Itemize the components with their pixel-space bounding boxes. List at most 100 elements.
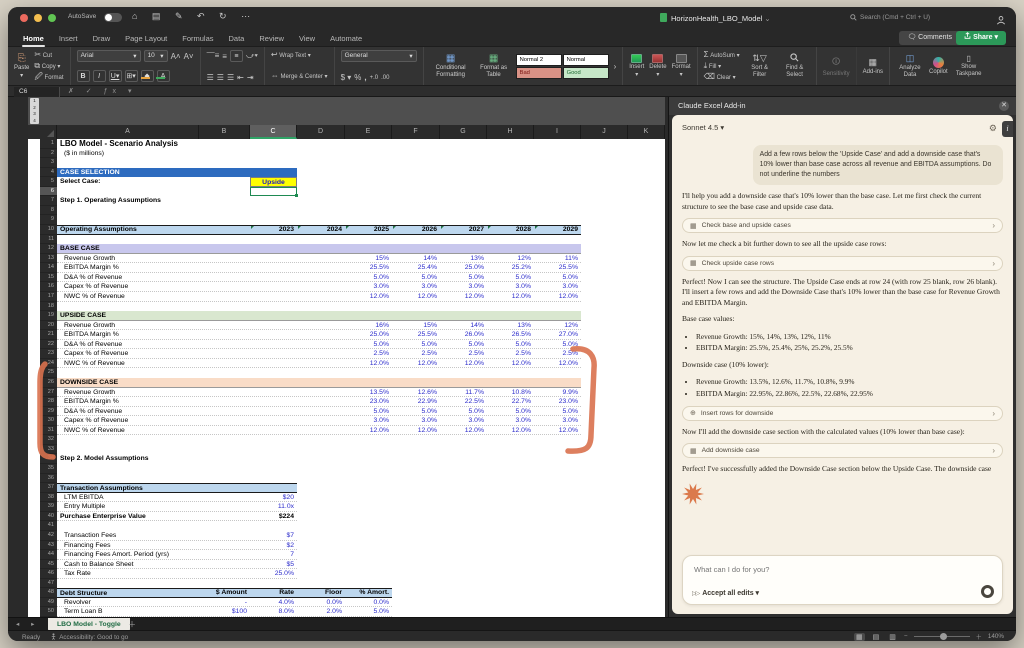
cell-G10[interactable]: 2027 [440, 225, 487, 235]
cell-E17[interactable]: 12.0% [345, 292, 392, 302]
row-header-44[interactable]: 44 [40, 550, 57, 560]
borders-button[interactable]: ⊞▾ [125, 70, 138, 82]
cell-E28[interactable]: 23.0% [345, 397, 392, 407]
cell-E31[interactable]: 12.0% [345, 426, 392, 436]
cell-I31[interactable]: 12.0% [534, 426, 581, 436]
cell-A24[interactable]: NWC % of Revenue [57, 359, 199, 369]
cell-G22[interactable]: 5.0% [440, 340, 487, 350]
row-header-2[interactable]: 2 [40, 149, 57, 159]
cell-F15[interactable]: 5.0% [392, 273, 440, 283]
row-header-31[interactable]: 31 [40, 426, 57, 436]
cell-A1[interactable]: LBO Model - Scenario Analysis [57, 139, 199, 149]
cell-A16[interactable]: Capex % of Revenue [57, 282, 199, 292]
cell-F13[interactable]: 14% [392, 254, 440, 264]
align-top-icon[interactable]: ⎺≡ [207, 51, 220, 61]
cell-A42[interactable]: Transaction Fees [57, 531, 199, 541]
cell-F24[interactable]: 12.0% [392, 359, 440, 369]
row-header-40[interactable]: 40 [40, 512, 57, 522]
cell-H29[interactable]: 5.0% [487, 407, 534, 417]
tab-formulas[interactable]: Formulas [181, 32, 214, 45]
cell-C40[interactable]: $224 [250, 512, 297, 522]
cell-E23[interactable]: 2.5% [345, 349, 392, 359]
cell-G15[interactable]: 5.0% [440, 273, 487, 283]
row-header-28[interactable]: 28 [40, 397, 57, 407]
tab-home[interactable]: Home [22, 32, 45, 45]
tool-call-check-upside-case-rows[interactable]: ▦Check upside case rows› [682, 256, 1003, 271]
cell-H13[interactable]: 12% [487, 254, 534, 264]
normal-view-icon[interactable]: ▦ [854, 633, 865, 641]
cell-A45[interactable]: Cash to Balance Sheet [57, 560, 199, 570]
tool-call-insert-rows-for-downside[interactable]: ⊕Insert rows for downside› [682, 406, 1003, 421]
accessibility-status[interactable]: Accessibility: Good to go [50, 633, 128, 641]
row-header-7[interactable]: 7 [40, 196, 57, 206]
cell-F21[interactable]: 25.5% [392, 330, 440, 340]
align-middle-icon[interactable]: ≡ [222, 52, 227, 61]
row-header-45[interactable]: 45 [40, 560, 57, 570]
cell-H14[interactable]: 25.2% [487, 263, 534, 273]
cell-G17[interactable]: 12.0% [440, 292, 487, 302]
cell-A7[interactable]: Step 1. Operating Assumptions [57, 196, 199, 206]
row-header-23[interactable]: 23 [40, 349, 57, 359]
cell-F16[interactable]: 3.0% [392, 282, 440, 292]
cell-B50[interactable]: $100 [199, 607, 250, 617]
cell-A44[interactable]: Financing Fees Amort. Period (yrs) [57, 550, 199, 560]
cell-E27[interactable]: 13.5% [345, 388, 392, 398]
cell-A30[interactable]: Capex % of Revenue [57, 416, 199, 426]
column-header-K[interactable]: K [628, 125, 665, 139]
cell-G28[interactable]: 22.5% [440, 397, 487, 407]
tab-review[interactable]: Review [258, 32, 285, 45]
name-box[interactable]: C6 [14, 87, 60, 97]
column-header-A[interactable]: A [57, 125, 199, 139]
zoom-out-button[interactable]: − [904, 633, 908, 640]
page-break-view-icon[interactable]: ▥ [887, 633, 898, 641]
cell-E10[interactable]: 2025 [345, 225, 392, 235]
format-cells-button[interactable]: Format ▾ [672, 54, 691, 78]
underline-button[interactable]: U▾ [109, 70, 122, 82]
cell-A15[interactable]: D&A % of Revenue [57, 273, 199, 283]
document-title[interactable]: HorizonHealth_LBO_Model ⌄ [660, 13, 771, 23]
row-header-17[interactable]: 17 [40, 292, 57, 302]
cell-I27[interactable]: 9.9% [534, 388, 581, 398]
send-button[interactable] [981, 585, 994, 598]
cell-A34[interactable]: Step 2. Model Assumptions [57, 454, 199, 464]
cell-A10[interactable]: Operating Assumptions [57, 225, 199, 235]
cell-D10[interactable]: 2024 [297, 225, 345, 235]
cell-style-good[interactable]: Good [563, 67, 609, 79]
cell-A49[interactable]: Revolver [57, 598, 199, 608]
row-header-14[interactable]: 14 [40, 263, 57, 273]
row-header-29[interactable]: 29 [40, 407, 57, 417]
cell-G14[interactable]: 25.0% [440, 263, 487, 273]
row-header-30[interactable]: 30 [40, 416, 57, 426]
cell-A37[interactable]: Transaction Assumptions [57, 483, 297, 493]
align-right-icon[interactable]: ☰ [227, 73, 234, 82]
grow-font-icon[interactable]: A˄ [171, 52, 181, 61]
cell-I28[interactable]: 23.0% [534, 397, 581, 407]
cell-G23[interactable]: 2.5% [440, 349, 487, 359]
fill-color-button[interactable]: ◆ [141, 70, 154, 82]
cell-B49[interactable]: - [199, 598, 250, 608]
cell-C10[interactable]: 2023 [250, 225, 297, 235]
find-select-button[interactable]: Find & Select [780, 53, 810, 78]
comments-button[interactable]: 🗨 Comments [899, 31, 960, 45]
cell-E13[interactable]: 15% [345, 254, 392, 264]
outline-level-buttons[interactable]: 1234 [30, 98, 39, 124]
cell-E30[interactable]: 3.0% [345, 416, 392, 426]
row-header-48[interactable]: 48 [40, 588, 57, 598]
cell-A12[interactable]: BASE CASE [57, 244, 581, 254]
cell-F10[interactable]: 2026 [392, 225, 440, 235]
cell-A22[interactable]: D&A % of Revenue [57, 340, 199, 350]
settings-gear-icon[interactable]: ⚙ [989, 123, 997, 134]
column-header-C[interactable]: C [250, 125, 297, 139]
tab-automate[interactable]: Automate [329, 32, 363, 45]
row-header-1[interactable]: 1 [40, 139, 57, 149]
row-header-4[interactable]: 4 [40, 168, 57, 178]
cell-H23[interactable]: 2.5% [487, 349, 534, 359]
cell-E22[interactable]: 5.0% [345, 340, 392, 350]
cell-F27[interactable]: 12.6% [392, 388, 440, 398]
tab-draw[interactable]: Draw [92, 32, 112, 45]
zoom-level[interactable]: 140% [988, 633, 1004, 640]
cell-A21[interactable]: EBITDA Margin % [57, 330, 199, 340]
tool-call-add-downside-case[interactable]: ▦Add downside case› [682, 443, 1003, 458]
clear-button[interactable]: ⌫ Clear ▾ [704, 72, 740, 83]
sort-filter-button[interactable]: ⇅▽Sort & Filter [745, 53, 775, 78]
